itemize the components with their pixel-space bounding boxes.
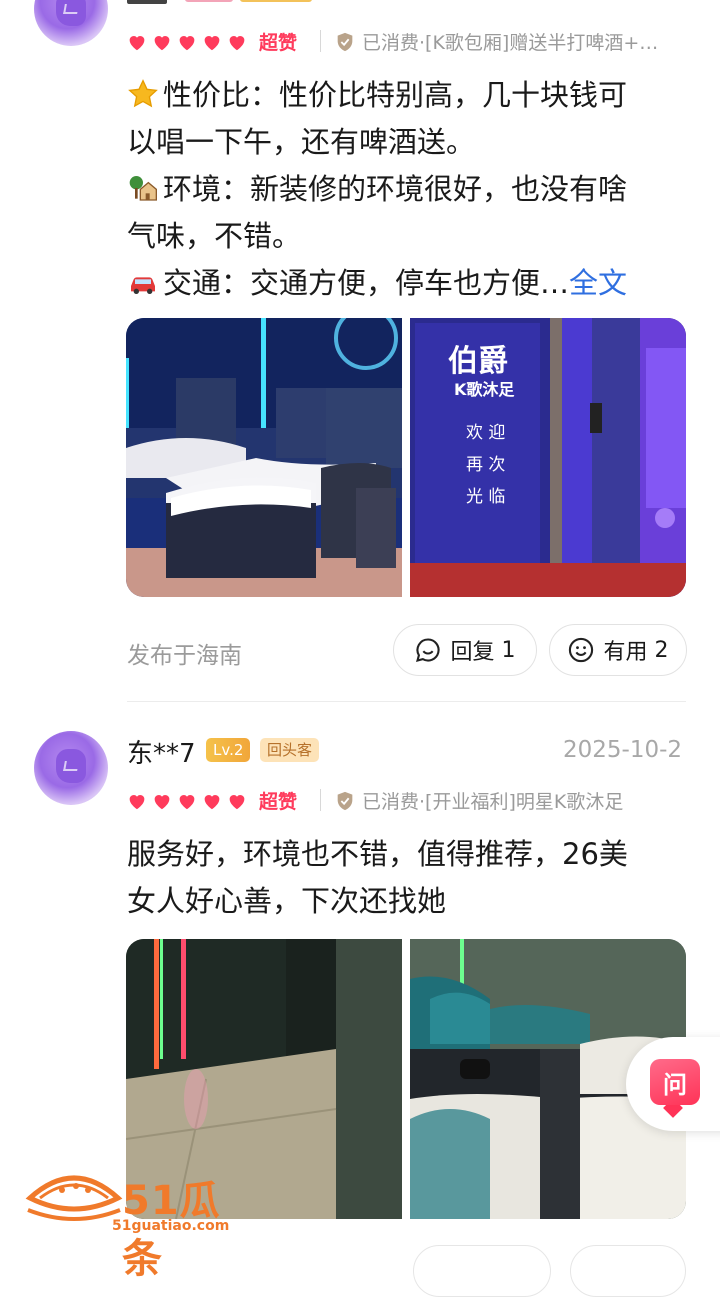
reply-button[interactable]: 回复 1: [393, 624, 537, 676]
avatar[interactable]: [34, 0, 108, 46]
sign-line: 光 临: [466, 487, 506, 507]
review-date: 2025-10-2: [563, 737, 683, 763]
publish-location: 发布于海南: [127, 643, 242, 669]
reply-count: 1: [501, 637, 516, 663]
consume-text: 已消费·[K歌包厢]赠送半打啤酒+…: [362, 32, 659, 54]
watermark: 51瓜条 51guatiao.com: [24, 1160, 254, 1282]
review-line: 气味，不错。: [127, 219, 302, 253]
star-icon: [128, 79, 158, 108]
verified-badge-icon: [337, 791, 353, 810]
rating-label: 超赞: [259, 791, 298, 813]
heart-icon: [154, 794, 170, 809]
useful-button[interactable]: 有用 2: [549, 624, 687, 676]
rating-hearts: 超赞: [126, 28, 297, 55]
sign-title: 伯爵: [448, 344, 508, 379]
heart-icon: [179, 35, 195, 50]
house-tree-icon: [129, 176, 157, 201]
useful-count: 2: [654, 637, 669, 663]
heart-icon: [129, 794, 145, 809]
sign-line: 再 次: [466, 455, 506, 475]
heart-icon: [229, 35, 245, 50]
consume-info[interactable]: 已消费·[K歌包厢]赠送半打啤酒+…: [334, 28, 658, 55]
username[interactable]: 东**7: [127, 733, 196, 770]
avatar-mark-icon: [56, 749, 86, 783]
heart-icon: [204, 35, 220, 50]
rating-hearts: 超赞: [126, 787, 297, 814]
avatar[interactable]: [34, 731, 108, 805]
consume-text: 已消费·[开业福利]明星K歌沐足: [362, 791, 624, 813]
review-photo[interactable]: 伯爵 K歌沐足 欢 迎 再 次 光 临: [410, 318, 686, 597]
ask-icon: 问: [650, 1059, 700, 1105]
reply-button-partial[interactable]: [413, 1245, 551, 1297]
level-badge: Lv.2: [206, 738, 251, 762]
heart-icon: [229, 794, 245, 809]
useful-button-partial[interactable]: [570, 1245, 686, 1297]
verified-badge-icon: [337, 32, 353, 51]
review-line: 女人好心善，下次还找她: [127, 884, 447, 918]
username-fragment: [127, 0, 167, 4]
sign-subtitle: K歌沐足: [454, 380, 515, 399]
review-line: 环境：新装修的环境很好，也没有啥: [127, 166, 687, 213]
useful-label: 有用: [603, 640, 648, 665]
full-text-link[interactable]: 全文: [569, 266, 627, 300]
review-line: 服务好，环境也不错，值得推荐，26美: [127, 837, 628, 871]
watermelon-logo-icon: [25, 1175, 123, 1221]
ask-question-button[interactable]: 问: [626, 1037, 720, 1131]
divider-bar: [320, 789, 321, 811]
review-line: 交通：交通方便，停车也方便…全文: [127, 260, 687, 307]
heart-icon: [129, 35, 145, 50]
reply-label: 回复: [450, 640, 495, 665]
review-text[interactable]: 性价比：性价比特别高，几十块钱可 以唱一下午，还有啤酒送。 环境：新装修的环境很…: [127, 72, 687, 307]
car-icon: [131, 277, 155, 294]
review-divider: [127, 701, 686, 702]
rating-label: 超赞: [259, 32, 298, 54]
avatar-mark-icon: [56, 0, 86, 26]
review-line: 以唱一下午，还有啤酒送。: [127, 125, 476, 159]
heart-icon: [179, 794, 195, 809]
repeat-badge-fragment: [240, 0, 312, 2]
comment-icon: [416, 638, 441, 662]
divider-bar: [320, 30, 321, 52]
review-photo[interactable]: [126, 318, 402, 597]
sign-line: 欢 迎: [466, 423, 506, 443]
watermark-url: 51guatiao.com: [112, 1218, 230, 1234]
smile-icon: [569, 637, 594, 663]
repeat-customer-badge: 回头客: [260, 738, 320, 762]
review-line: 性价比：性价比特别高，几十块钱可: [127, 72, 687, 119]
heart-icon: [204, 794, 220, 809]
review-text[interactable]: 服务好，环境也不错，值得推荐，26美 女人好心善，下次还找她: [127, 831, 687, 925]
consume-info[interactable]: 已消费·[开业福利]明星K歌沐足: [334, 787, 623, 814]
heart-icon: [154, 35, 170, 50]
level-badge-fragment: [185, 0, 233, 2]
sofa-room-image: [126, 318, 402, 597]
